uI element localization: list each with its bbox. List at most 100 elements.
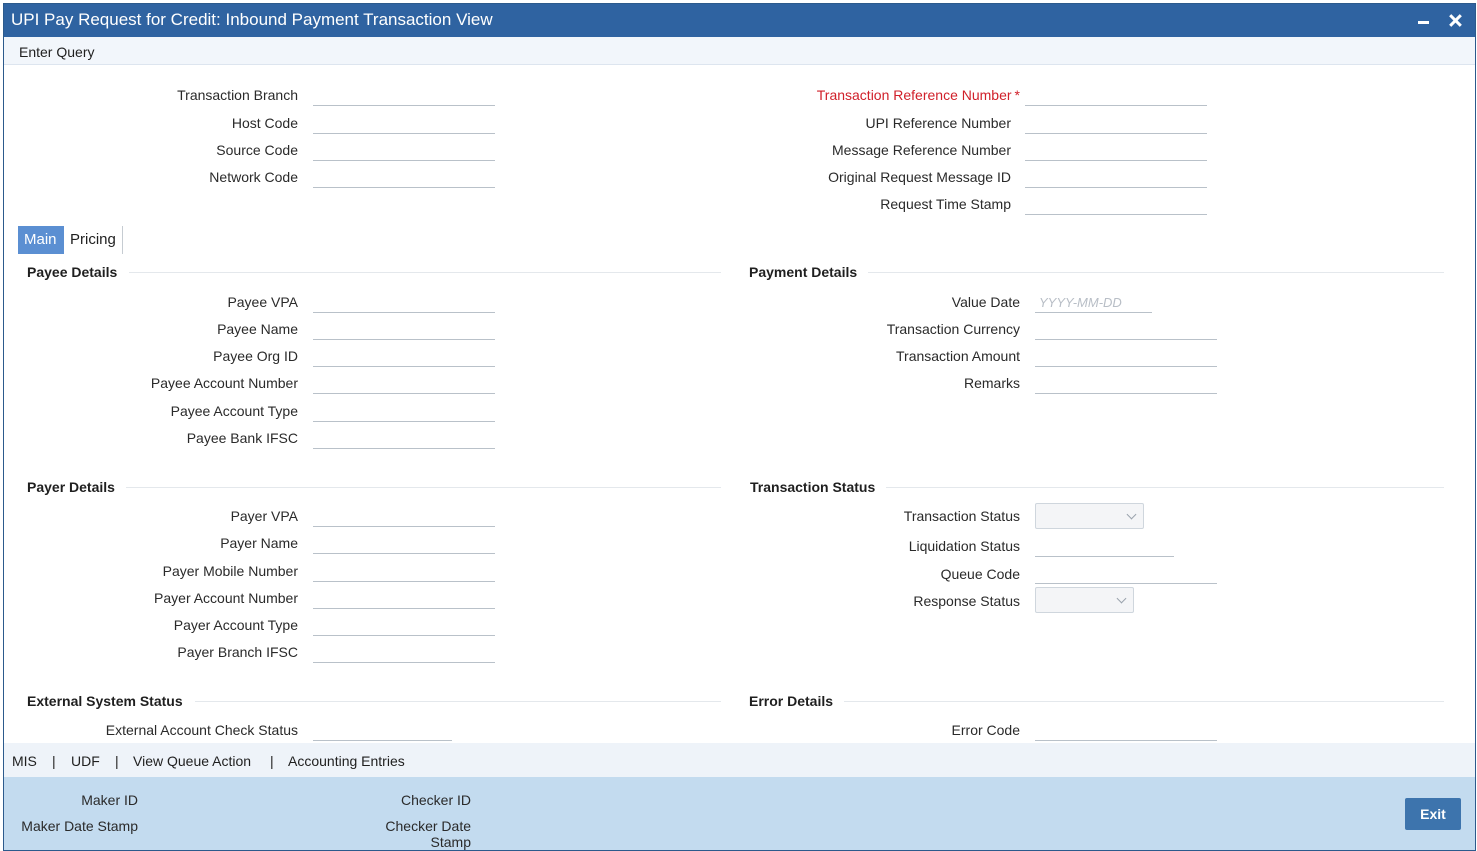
external-account-check-status-input[interactable] bbox=[313, 719, 452, 741]
remarks-label: Remarks bbox=[963, 375, 1020, 391]
payer-branch-ifsc-input[interactable] bbox=[313, 641, 495, 663]
payee-account-type-input[interactable] bbox=[313, 400, 495, 422]
close-icon[interactable] bbox=[1445, 10, 1467, 32]
payee-account-number-label: Payee Account Number bbox=[150, 375, 298, 391]
mis-link[interactable]: MIS bbox=[12, 753, 37, 769]
transaction-status-heading: Transaction Status bbox=[750, 479, 876, 495]
enter-query-menu-item[interactable]: Enter Query bbox=[19, 44, 94, 60]
payer-vpa-input[interactable] bbox=[313, 505, 495, 527]
tab-pricing[interactable]: Pricing bbox=[64, 226, 123, 254]
liquidation-status-input[interactable] bbox=[1035, 535, 1174, 557]
link-separator: | bbox=[115, 753, 119, 769]
host-code-label: Host Code bbox=[231, 115, 298, 131]
transaction-status-label: Transaction Status bbox=[903, 508, 1020, 524]
host-code-input[interactable] bbox=[313, 112, 495, 134]
network-code-input[interactable] bbox=[313, 166, 495, 188]
payee-org-id-input[interactable] bbox=[313, 345, 495, 367]
bottom-links-bar: MIS | UDF | View Queue Action | Accounti… bbox=[4, 743, 1475, 777]
upi-reference-number-input[interactable] bbox=[1025, 112, 1207, 134]
payee-bank-ifsc-input[interactable] bbox=[313, 427, 495, 449]
transaction-branch-label: Transaction Branch bbox=[177, 87, 298, 103]
source-code-label: Source Code bbox=[216, 142, 298, 158]
section-divider bbox=[844, 701, 1444, 702]
link-separator: | bbox=[52, 753, 56, 769]
external-system-status-heading: External System Status bbox=[27, 693, 183, 709]
external-account-check-status-label: External Account Check Status bbox=[105, 722, 298, 738]
payer-account-type-label: Payer Account Type bbox=[173, 617, 298, 633]
link-separator: | bbox=[270, 753, 274, 769]
section-divider bbox=[195, 701, 721, 702]
payee-name-label: Payee Name bbox=[217, 321, 298, 337]
chevron-down-icon bbox=[1126, 509, 1137, 520]
minimize-icon[interactable] bbox=[1413, 10, 1435, 32]
menu-bar: Enter Query bbox=[4, 37, 1475, 65]
queue-code-label: Queue Code bbox=[940, 566, 1020, 582]
view-queue-action-link[interactable]: View Queue Action bbox=[133, 753, 251, 769]
payer-mobile-number-label: Payer Mobile Number bbox=[162, 563, 298, 579]
liquidation-status-label: Liquidation Status bbox=[908, 538, 1020, 554]
response-status-select[interactable] bbox=[1035, 587, 1134, 613]
accounting-entries-link[interactable]: Accounting Entries bbox=[288, 753, 405, 769]
section-divider bbox=[886, 487, 1444, 488]
payer-name-input[interactable] bbox=[313, 532, 495, 554]
original-request-message-id-input[interactable] bbox=[1025, 166, 1207, 188]
network-code-label: Network Code bbox=[209, 169, 298, 185]
chevron-down-icon bbox=[1116, 593, 1127, 604]
section-divider bbox=[126, 487, 721, 488]
value-date-input[interactable] bbox=[1035, 291, 1152, 313]
source-code-input[interactable] bbox=[313, 139, 495, 161]
payee-vpa-input[interactable] bbox=[313, 291, 495, 313]
udf-link[interactable]: UDF bbox=[71, 753, 100, 769]
checker-date-stamp-label-line1: Checker Date bbox=[385, 818, 471, 834]
error-code-label: Error Code bbox=[951, 722, 1020, 738]
checker-date-stamp-label-line2: Stamp bbox=[430, 834, 471, 850]
maker-id-label: Maker ID bbox=[81, 792, 138, 808]
transaction-reference-number-input[interactable] bbox=[1025, 84, 1207, 106]
transaction-amount-input[interactable] bbox=[1035, 345, 1217, 367]
payer-mobile-number-input[interactable] bbox=[313, 560, 495, 582]
remarks-input[interactable] bbox=[1035, 372, 1217, 394]
audit-footer: Maker ID Maker Date Stamp Checker ID Che… bbox=[4, 777, 1475, 850]
checker-id-label: Checker ID bbox=[400, 792, 471, 808]
payer-account-number-label: Payer Account Number bbox=[154, 590, 298, 606]
payee-name-input[interactable] bbox=[313, 318, 495, 340]
payer-vpa-label: Payer VPA bbox=[230, 508, 298, 524]
payer-branch-ifsc-label: Payer Branch IFSC bbox=[177, 644, 298, 660]
error-code-input[interactable] bbox=[1035, 719, 1217, 741]
original-request-message-id-label: Original Request Message ID bbox=[828, 169, 1011, 185]
upi-reference-number-label: UPI Reference Number bbox=[865, 115, 1011, 131]
response-status-label: Response Status bbox=[913, 593, 1020, 609]
transaction-reference-number-label-text: Transaction Reference Number bbox=[816, 87, 1012, 103]
tab-main[interactable]: Main bbox=[18, 226, 64, 254]
transaction-reference-number-label: Transaction Reference Number * bbox=[817, 87, 1020, 103]
transaction-amount-label: Transaction Amount bbox=[896, 348, 1020, 364]
payee-vpa-label: Payee VPA bbox=[227, 294, 298, 310]
title-bar: UPI Pay Request for Credit: Inbound Paym… bbox=[4, 4, 1475, 37]
window-title: UPI Pay Request for Credit: Inbound Paym… bbox=[11, 10, 493, 29]
payer-details-heading: Payer Details bbox=[27, 479, 115, 495]
payer-account-type-input[interactable] bbox=[313, 614, 495, 636]
payee-account-number-input[interactable] bbox=[313, 372, 495, 394]
error-details-heading: Error Details bbox=[749, 693, 834, 709]
transaction-currency-label: Transaction Currency bbox=[886, 321, 1020, 337]
payee-bank-ifsc-label: Payee Bank IFSC bbox=[186, 430, 298, 446]
message-reference-number-label: Message Reference Number bbox=[832, 142, 1011, 158]
request-time-stamp-label: Request Time Stamp bbox=[880, 196, 1011, 212]
required-marker: * bbox=[1014, 87, 1020, 103]
section-divider bbox=[129, 272, 721, 273]
payment-details-heading: Payment Details bbox=[749, 264, 858, 280]
exit-button[interactable]: Exit bbox=[1405, 798, 1461, 830]
payer-account-number-input[interactable] bbox=[313, 587, 495, 609]
transaction-currency-input[interactable] bbox=[1035, 318, 1217, 340]
transaction-status-select[interactable] bbox=[1035, 503, 1144, 529]
payee-account-type-label: Payee Account Type bbox=[170, 403, 298, 419]
payer-name-label: Payer Name bbox=[220, 535, 298, 551]
payee-org-id-label: Payee Org ID bbox=[213, 348, 298, 364]
queue-code-input[interactable] bbox=[1035, 562, 1217, 584]
transaction-branch-input[interactable] bbox=[313, 84, 495, 106]
request-time-stamp-input[interactable] bbox=[1025, 193, 1207, 215]
message-reference-number-input[interactable] bbox=[1025, 139, 1207, 161]
value-date-label: Value Date bbox=[951, 294, 1020, 310]
transaction-view-window: UPI Pay Request for Credit: Inbound Paym… bbox=[3, 3, 1476, 851]
maker-date-stamp-label: Maker Date Stamp bbox=[21, 818, 138, 834]
